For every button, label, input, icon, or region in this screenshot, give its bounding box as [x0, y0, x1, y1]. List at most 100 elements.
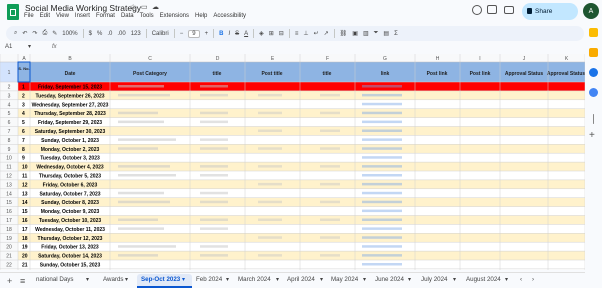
menu-edit[interactable]: Edit [40, 13, 50, 19]
document-title[interactable]: Social Media Working Strategy [25, 3, 141, 13]
meet-icon[interactable] [504, 6, 514, 14]
serial-number-cell[interactable]: 20 [22, 254, 28, 260]
date-cell[interactable]: Monday, October 2, 2023 [41, 147, 100, 153]
serial-number-cell[interactable]: 21 [22, 262, 28, 268]
column-header-c[interactable]: C [148, 56, 152, 62]
serial-number-cell[interactable]: 9 [22, 156, 25, 162]
row-number[interactable]: 20 [6, 245, 12, 251]
menu-accessibility[interactable]: Accessibility [213, 13, 246, 19]
date-cell[interactable]: Tuesday, September 26, 2023 [35, 93, 104, 99]
text-rotation-icon[interactable]: ↗ [324, 30, 329, 37]
share-button[interactable]: Share [522, 3, 578, 20]
menu-insert[interactable]: Insert [75, 13, 90, 19]
column-header-g[interactable]: G [383, 56, 387, 62]
comment-icon[interactable] [487, 5, 497, 14]
serial-number-cell[interactable]: 13 [22, 191, 28, 197]
row-number[interactable]: 10 [6, 156, 12, 162]
row-number[interactable]: 1 [8, 70, 11, 76]
serial-number-cell[interactable]: 8 [22, 147, 25, 153]
print-icon[interactable]: ⎙ [42, 30, 47, 37]
date-cell[interactable]: Sunday, October 8, 2023 [41, 200, 99, 206]
vertical-align-icon[interactable]: ⊥ [303, 30, 308, 37]
tab-march-2024[interactable]: March 2024 [238, 276, 271, 283]
borders-icon[interactable]: ⊞ [269, 30, 274, 37]
row-number[interactable]: 9 [8, 147, 11, 153]
merge-cells-icon[interactable]: ⊟ [279, 30, 284, 37]
contacts-icon[interactable] [589, 88, 598, 97]
move-folder-icon[interactable]: ▭ [141, 3, 148, 11]
insert-chart-icon[interactable]: ▥ [363, 30, 369, 37]
serial-number-cell[interactable]: 3 [22, 102, 25, 108]
serial-number-cell[interactable]: 17 [22, 227, 28, 233]
chevron-down-icon[interactable]: ▾ [363, 276, 366, 283]
chevron-down-icon[interactable]: ▾ [125, 276, 128, 283]
font-size-input[interactable]: 9 [188, 29, 200, 38]
chevron-down-icon[interactable]: ▾ [226, 276, 229, 283]
filter-icon[interactable]: ⏷ [374, 30, 379, 37]
percent-format-button[interactable]: % [97, 31, 102, 37]
chevron-down-icon[interactable]: ▾ [320, 276, 323, 283]
font-size-increase[interactable]: + [205, 31, 209, 37]
tab-july-2024[interactable]: July 2024 [421, 276, 448, 283]
date-cell[interactable]: Wednesday, September 27, 2023 [32, 102, 109, 108]
date-cell[interactable]: Saturday, October 7, 2023 [39, 191, 100, 197]
italic-button[interactable]: I [228, 31, 230, 37]
search-menus-icon[interactable]: ⌕ [14, 30, 17, 37]
row-number[interactable]: 2 [8, 84, 11, 90]
functions-icon[interactable]: Σ [394, 31, 398, 37]
menu-file[interactable]: File [24, 13, 34, 19]
date-cell[interactable]: Saturday, September 30, 2023 [35, 129, 106, 135]
row-number[interactable]: 21 [6, 254, 12, 260]
serial-number-cell[interactable]: 10 [22, 165, 28, 171]
row-number[interactable]: 16 [6, 209, 12, 215]
serial-number-cell[interactable]: 12 [22, 182, 28, 188]
tab-feb-2024[interactable]: Feb 2024 [196, 276, 222, 283]
add-sheet-icon[interactable]: + [7, 276, 12, 286]
date-cell[interactable]: Saturday, October 14, 2023 [38, 254, 102, 260]
text-wrap-icon[interactable]: ↵ [314, 30, 319, 37]
row-number[interactable]: 8 [8, 138, 11, 144]
font-select[interactable]: Calibri [152, 31, 169, 37]
date-cell[interactable]: Friday, October 13, 2023 [41, 245, 99, 251]
align-left-icon[interactable]: ≡ [295, 31, 299, 37]
tab-june-2024[interactable]: June 2024 [375, 276, 404, 283]
chevron-down-icon[interactable]: ▾ [408, 276, 411, 283]
text-color-button[interactable]: A [244, 31, 248, 37]
serial-number-cell[interactable]: 5 [22, 120, 25, 126]
name-box[interactable]: A1 [5, 44, 43, 50]
date-cell[interactable]: Thursday, October 5, 2023 [39, 173, 101, 179]
chevron-down-icon[interactable]: ▾ [182, 276, 185, 283]
zoom-select[interactable]: 100% [62, 31, 77, 37]
more-formats-button[interactable]: 123 [131, 31, 141, 37]
chevron-down-icon[interactable]: ▾ [453, 276, 456, 283]
grid-canvas[interactable]: A B C D E F G H I J K12 1 Friday, September 15, 2023… [0, 54, 585, 270]
all-sheets-icon[interactable]: ≡ [20, 276, 25, 286]
history-icon[interactable] [472, 5, 482, 15]
row-number[interactable]: 11 [6, 165, 11, 171]
currency-format-button[interactable]: $ [89, 31, 92, 37]
font-size-decrease[interactable]: − [180, 31, 184, 37]
fill-color-icon[interactable]: ◈ [259, 30, 264, 37]
row-number[interactable]: 3 [8, 93, 11, 99]
serial-number-cell[interactable]: 16 [22, 218, 28, 224]
date-cell[interactable]: Thursday, October 12, 2023 [38, 236, 103, 242]
increase-decimal-button[interactable]: .00 [117, 31, 125, 37]
tasks-icon[interactable] [589, 68, 598, 77]
insert-link-icon[interactable]: ⛓ [340, 30, 348, 37]
row-number[interactable]: 14 [6, 191, 12, 197]
serial-number-cell[interactable]: 2 [22, 93, 25, 99]
column-header-d[interactable]: D [216, 56, 220, 62]
date-cell[interactable]: Thursday, September 28, 2023 [34, 111, 106, 117]
column-header-i[interactable]: I [479, 56, 480, 62]
serial-number-cell[interactable]: 18 [22, 236, 28, 242]
calendar-icon[interactable] [589, 28, 598, 37]
row-number[interactable]: 17 [6, 218, 12, 224]
row-number[interactable]: 7 [8, 129, 11, 135]
avatar[interactable]: A [583, 3, 599, 19]
bold-button[interactable]: B [219, 31, 223, 37]
date-cell[interactable]: Wednesday, October 4, 2023 [36, 165, 104, 171]
serial-number-cell[interactable]: 7 [22, 138, 25, 144]
star-icon[interactable]: ☆ [130, 3, 136, 11]
column-header-f[interactable]: F [326, 56, 329, 62]
strikethrough-button[interactable]: S [235, 31, 239, 37]
